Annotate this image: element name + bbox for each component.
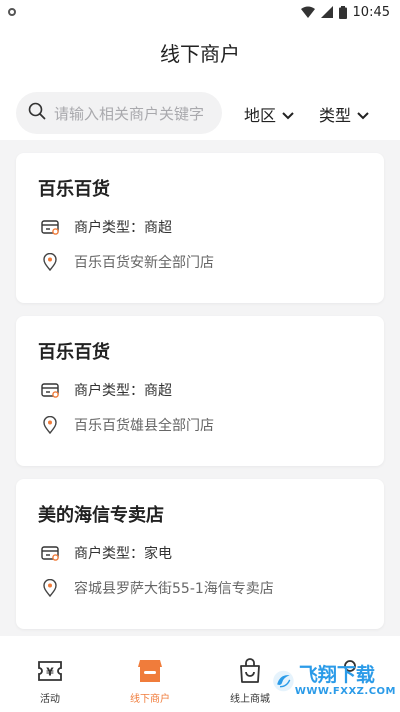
wifi-icon bbox=[300, 6, 315, 18]
search-placeholder: 请输入相关商户关键字 bbox=[54, 104, 205, 123]
watermark-text: 飞翔下载 bbox=[298, 664, 375, 687]
ticket-icon: ¥ bbox=[0, 658, 100, 684]
watermark-url: WWW.FXXZ.COM bbox=[294, 685, 396, 697]
status-time: 10:45 bbox=[352, 4, 390, 20]
merchant-card[interactable]: 百乐百货 商户类型：商超 百乐百货安新全部门店 bbox=[16, 153, 384, 303]
chevron-down-icon bbox=[282, 105, 294, 124]
merchant-address-row: 百乐百货雄县全部门店 bbox=[40, 415, 214, 435]
location-pin-icon bbox=[40, 415, 60, 435]
merchant-type-row: 商户类型：商超 bbox=[40, 217, 172, 237]
filter-type-dropdown[interactable]: 类型 bbox=[319, 102, 369, 126]
store-type-icon bbox=[40, 217, 60, 237]
merchant-name: 百乐百货 bbox=[38, 179, 110, 200]
filter-area-dropdown[interactable]: 地区 bbox=[244, 102, 294, 126]
merchant-address: 百乐百货安新全部门店 bbox=[74, 255, 214, 271]
merchant-type: 商户类型：家电 bbox=[74, 546, 172, 562]
page-header: 线下商户 请输入相关商户关键字 地区 类型 bbox=[0, 24, 400, 140]
merchant-name: 百乐百货 bbox=[38, 342, 110, 363]
tab-offline-merchants-label: 线下商户 bbox=[130, 694, 170, 705]
merchant-address: 百乐百货雄县全部门店 bbox=[74, 418, 214, 434]
page-title: 线下商户 bbox=[160, 42, 240, 66]
store-type-icon bbox=[40, 380, 60, 400]
merchant-name: 美的海信专卖店 bbox=[38, 505, 164, 526]
merchant-type-row: 商户类型：家电 bbox=[40, 543, 172, 563]
tab-activity[interactable]: ¥ 活动 bbox=[0, 658, 100, 705]
tab-offline-merchants[interactable]: 线下商户 bbox=[100, 658, 200, 705]
notification-dot-icon bbox=[8, 8, 16, 16]
search-input[interactable]: 请输入相关商户关键字 bbox=[16, 92, 222, 134]
svg-text:¥: ¥ bbox=[46, 666, 54, 679]
filter-area-label: 地区 bbox=[244, 106, 277, 125]
merchant-type-row: 商户类型：商超 bbox=[40, 380, 172, 400]
merchant-type: 商户类型：商超 bbox=[74, 383, 172, 399]
merchant-address: 容城县罗萨大街55-1海信专卖店 bbox=[74, 581, 274, 597]
merchant-card[interactable]: 美的海信专卖店 商户类型：家电 容城县罗萨大街55-1海信专卖店 bbox=[16, 479, 384, 629]
battery-icon bbox=[338, 5, 347, 19]
merchant-address-row: 容城县罗萨大街55-1海信专卖店 bbox=[40, 578, 274, 598]
merchant-card[interactable]: 百乐百货 商户类型：商超 百乐百货雄县全部门店 bbox=[16, 316, 384, 466]
signal-icon bbox=[320, 6, 333, 18]
merchant-address-row: 百乐百货安新全部门店 bbox=[40, 252, 214, 272]
search-icon bbox=[28, 102, 46, 124]
watermark-swirl-icon bbox=[273, 670, 294, 692]
location-pin-icon bbox=[40, 578, 60, 598]
merchant-type: 商户类型：商超 bbox=[74, 220, 172, 236]
watermark-logo: 飞翔下载 WWW.FXXZ.COM bbox=[272, 654, 396, 708]
store-type-icon bbox=[40, 543, 60, 563]
status-bar: 10:45 bbox=[0, 0, 400, 24]
chevron-down-icon bbox=[357, 105, 369, 124]
filter-type-label: 类型 bbox=[319, 106, 352, 125]
storefront-icon bbox=[100, 658, 200, 684]
tab-activity-label: 活动 bbox=[40, 694, 60, 705]
location-pin-icon bbox=[40, 252, 60, 272]
